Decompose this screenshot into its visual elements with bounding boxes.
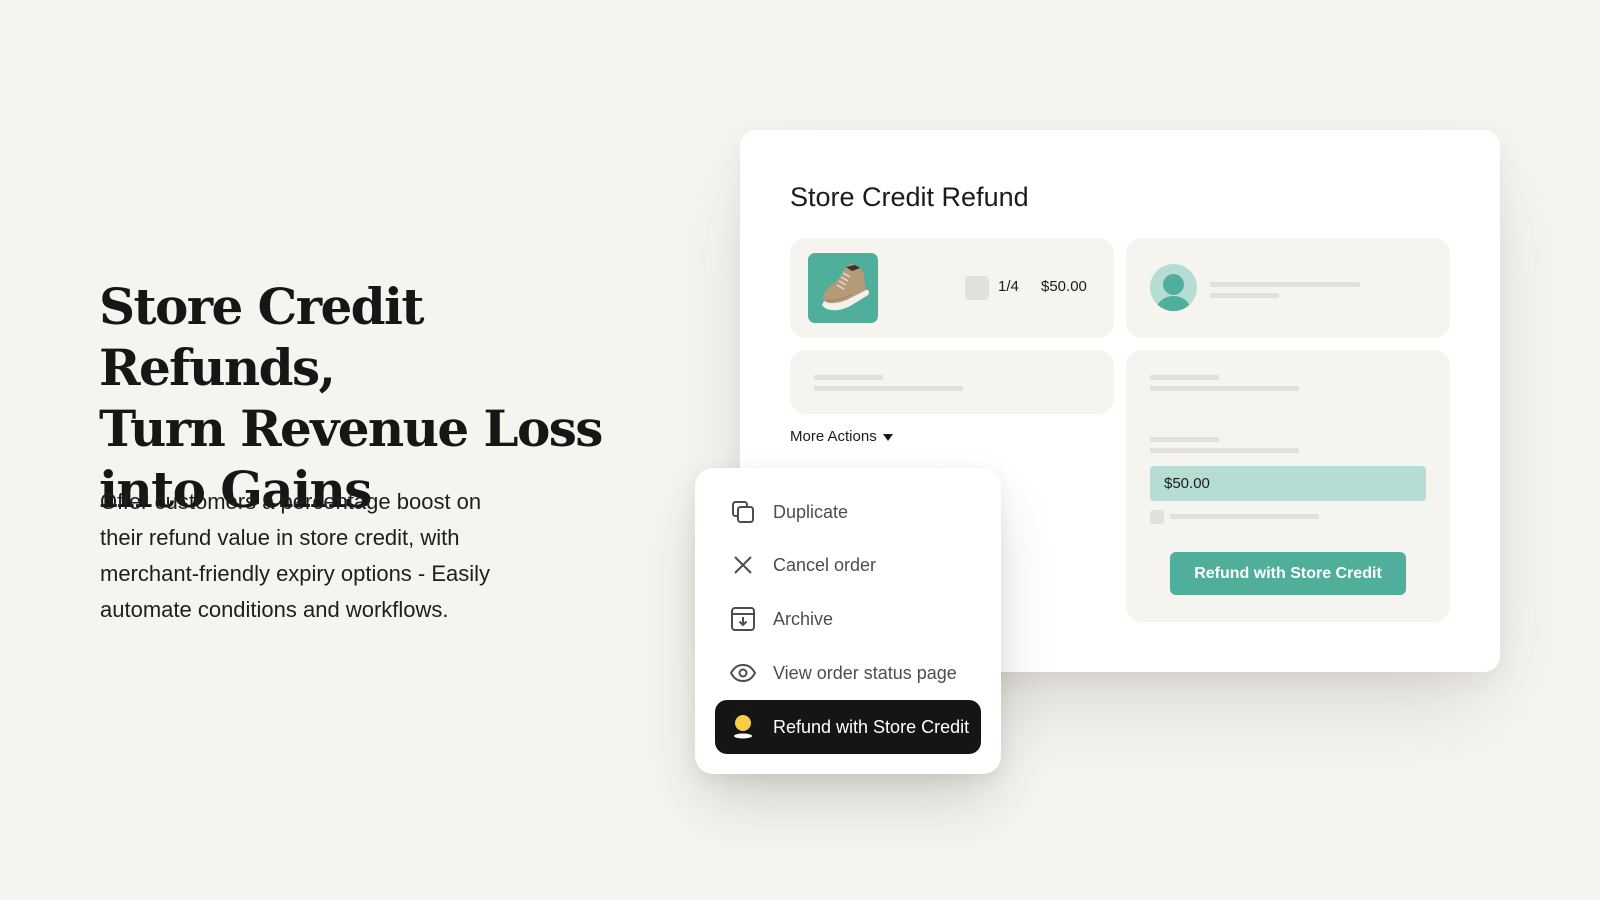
duplicate-icon	[729, 498, 757, 526]
item-quantity: 1/4	[998, 278, 1019, 295]
refund-panel: $50.00 Refund with Store Credit	[1126, 350, 1450, 622]
menu-item-label: Cancel order	[773, 554, 877, 575]
menu-item-label: Refund with Store Credit	[773, 716, 970, 737]
item-price: $50.00	[1041, 278, 1087, 295]
card-title: Store Credit Refund	[790, 182, 1029, 212]
placeholder-line	[814, 375, 883, 380]
menu-item-label: Duplicate	[773, 501, 849, 522]
menu-item-archive[interactable]: Archive	[715, 592, 981, 646]
eye-icon	[729, 659, 757, 687]
user-avatar-icon	[1150, 264, 1197, 311]
hero-title-line: Turn Revenue Loss	[99, 399, 603, 458]
line-item-panel: 1/4 $50.00	[790, 238, 1114, 338]
hiking-boot-icon	[808, 253, 878, 323]
option-checkbox[interactable]	[1150, 510, 1164, 524]
menu-item-label: View order status page	[773, 662, 957, 683]
notes-panel	[790, 350, 1114, 414]
placeholder-line	[1210, 293, 1279, 298]
close-icon	[729, 551, 757, 579]
hero-description: Offer customers a percentage boost on th…	[100, 484, 560, 628]
hero-description-line: automate conditions and workflows.	[100, 597, 449, 622]
menu-item-duplicate[interactable]: Duplicate	[715, 485, 981, 539]
menu-item-refund-store-credit[interactable]: Refund with Store Credit	[715, 700, 981, 754]
item-select-checkbox[interactable]	[965, 276, 989, 300]
hero-description-line: Offer customers a percentage boost on	[100, 489, 482, 514]
placeholder-line	[1210, 282, 1360, 287]
refund-with-store-credit-button[interactable]: Refund with Store Credit	[1170, 552, 1406, 595]
placeholder-line	[1150, 448, 1299, 453]
store-credit-icon	[729, 713, 757, 741]
menu-item-label: Archive	[773, 608, 834, 629]
placeholder-line	[1150, 375, 1219, 380]
menu-item-view-order-status[interactable]: View order status page	[715, 646, 981, 700]
placeholder-line	[1170, 514, 1319, 519]
hero-description-line: merchant-friendly expiry options - Easil…	[100, 561, 491, 586]
hero-title-line: Store Credit Refunds,	[99, 277, 425, 397]
refund-amount-input[interactable]: $50.00	[1150, 466, 1426, 501]
placeholder-line	[814, 386, 963, 391]
hero-description-line: their refund value in store credit, with	[100, 525, 460, 550]
more-actions-dropdown[interactable]: More Actions	[790, 428, 893, 445]
menu-item-cancel-order[interactable]: Cancel order	[715, 538, 981, 592]
customer-panel	[1126, 238, 1450, 338]
more-actions-label: More Actions	[790, 428, 877, 445]
placeholder-line	[1150, 437, 1219, 442]
archive-icon	[729, 605, 757, 633]
more-actions-menu: Duplicate Cancel order Archive View orde…	[695, 468, 1001, 774]
caret-down-icon	[882, 434, 893, 441]
placeholder-line	[1150, 386, 1299, 391]
